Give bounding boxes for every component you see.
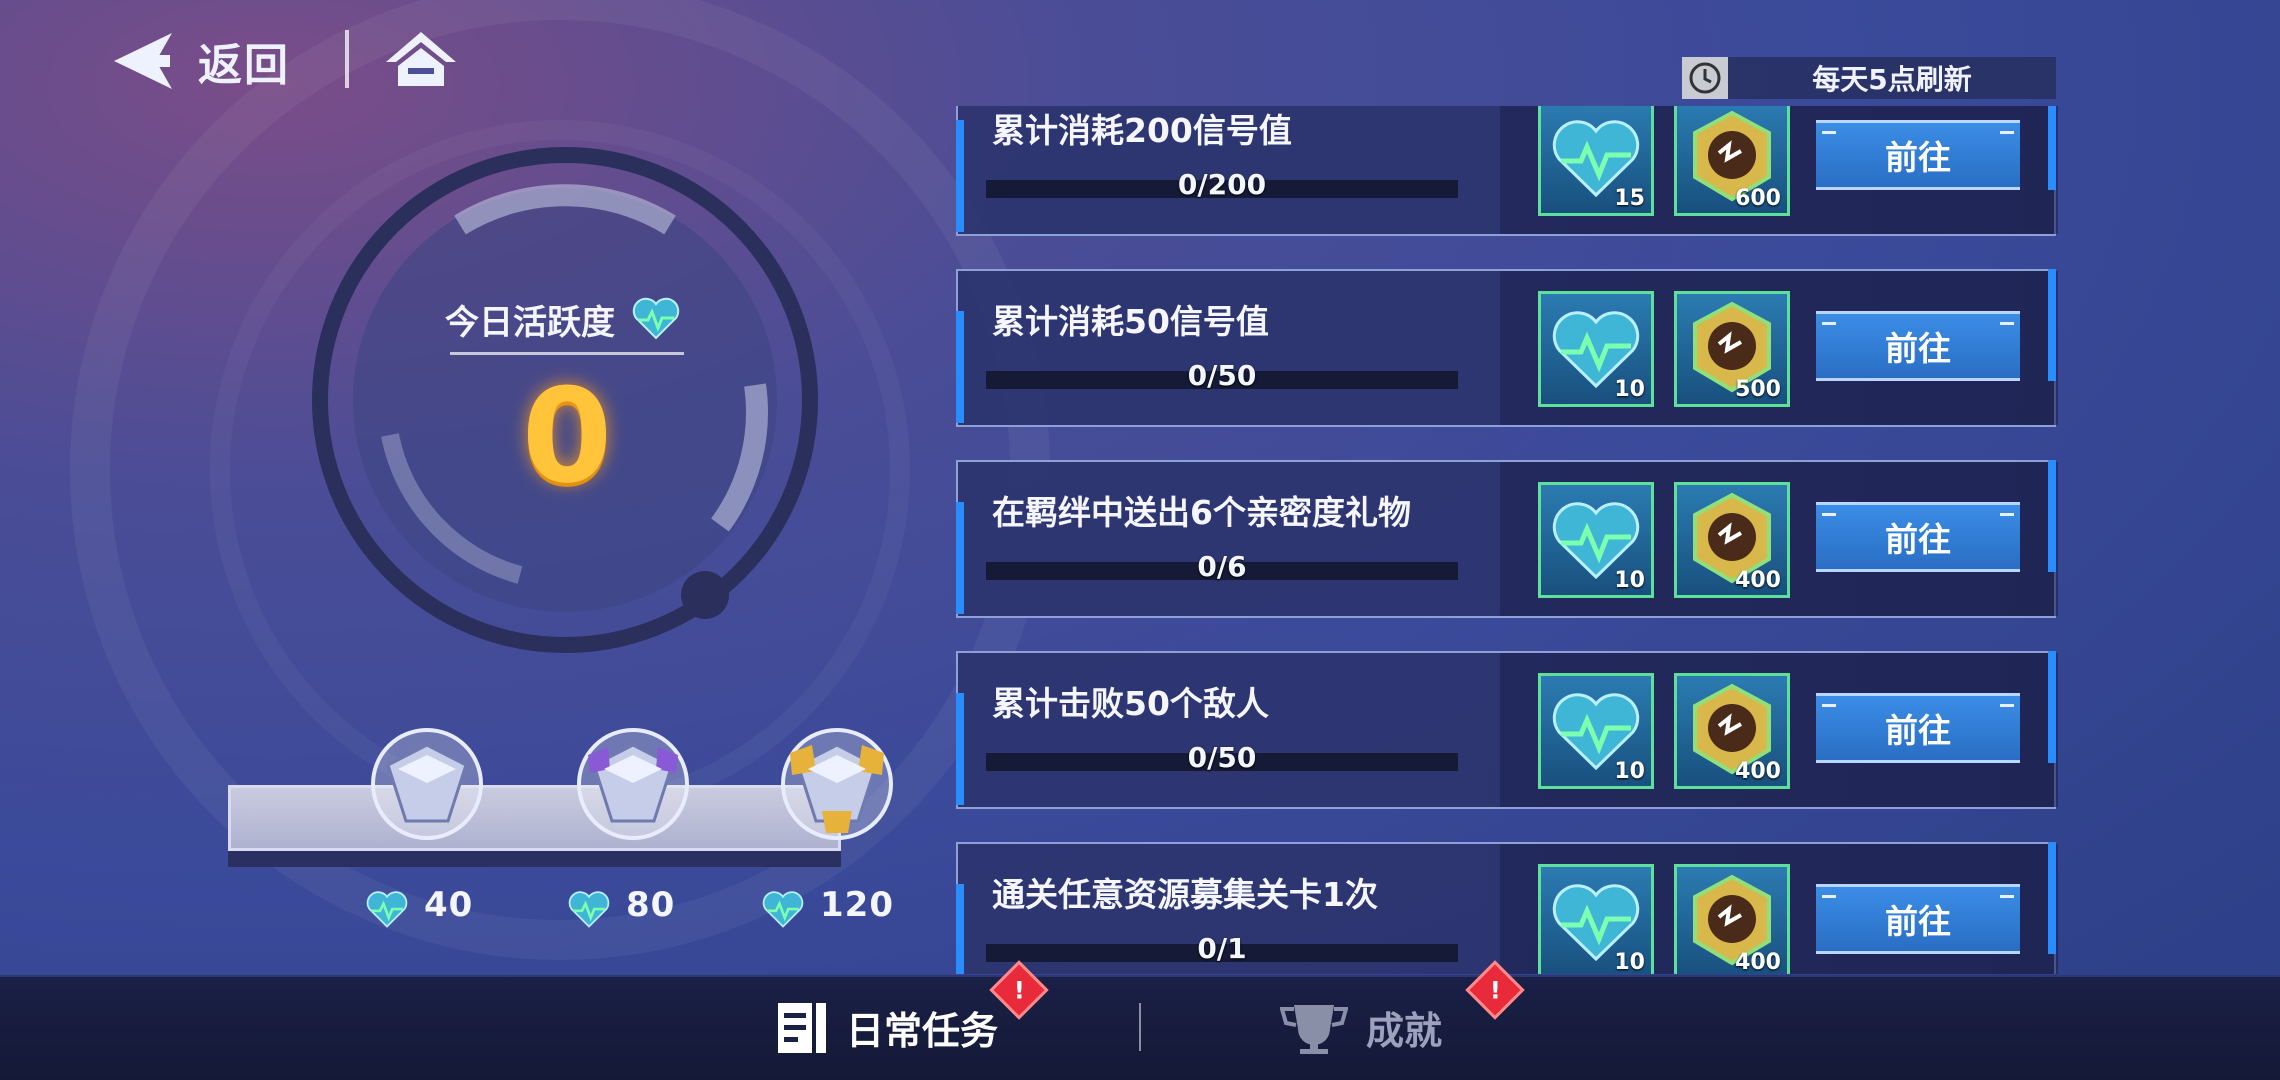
reward-activity[interactable]: 10: [1538, 864, 1654, 974]
refresh-text: 每天5点刷新: [1812, 63, 1972, 96]
go-button[interactable]: 前往: [1816, 693, 2020, 763]
task-progress-text: 0/50: [1187, 359, 1257, 392]
task-title: 在羁绊中送出6个亲密度礼物: [992, 493, 1411, 532]
tab-daily-tasks[interactable]: 日常任务: [776, 975, 998, 1080]
task-list-icon: [778, 1002, 826, 1053]
task-card: 累计消耗200信号值 0/200 15 600 前往: [956, 106, 2058, 236]
task-title: 通关任意资源募集关卡1次: [992, 875, 1378, 914]
activity-heart-icon: [568, 891, 610, 928]
reward-coin[interactable]: 400: [1674, 482, 1790, 598]
task-progress-text: 0/1: [1197, 932, 1247, 965]
gold-chest-icon[interactable]: [778, 725, 896, 843]
go-button[interactable]: 前往: [1816, 120, 2020, 190]
activity-underline: [450, 352, 684, 355]
go-button[interactable]: 前往: [1816, 502, 2020, 572]
task-title: 累计击败50个敌人: [992, 684, 1269, 723]
refresh-timer: 每天5点刷新: [1682, 57, 2056, 99]
home-icon: [386, 32, 456, 86]
reward-activity[interactable]: 10: [1538, 482, 1654, 598]
task-card: 通关任意资源募集关卡1次 0/1 10 400 前往: [956, 842, 2058, 974]
reward-count: 10: [1614, 568, 1645, 593]
activity-heart-icon: [366, 891, 408, 928]
trophy-icon: [1280, 1004, 1348, 1054]
reward-coin[interactable]: 400: [1674, 673, 1790, 789]
reward-count: 15: [1614, 186, 1645, 211]
chest-threshold-80: 80: [626, 885, 676, 925]
tab-daily-label: 日常任务: [846, 1009, 999, 1053]
reward-activity[interactable]: 10: [1538, 673, 1654, 789]
chest-progress-track-base: [228, 851, 841, 867]
go-button[interactable]: 前往: [1816, 884, 2020, 954]
reward-count: 10: [1614, 950, 1645, 974]
home-button[interactable]: [384, 28, 458, 90]
task-progress-text: 0/50: [1187, 741, 1257, 774]
reward-count: 10: [1614, 377, 1645, 402]
reward-coin[interactable]: 500: [1674, 291, 1790, 407]
chest-threshold-40: 40: [424, 885, 474, 925]
back-label: 返回: [198, 40, 290, 91]
go-button[interactable]: 前往: [1816, 311, 2020, 381]
task-title: 累计消耗200信号值: [992, 111, 1292, 150]
back-arrow-icon: [114, 33, 172, 89]
chest-threshold-120: 120: [820, 885, 894, 925]
reward-count: 400: [1735, 759, 1781, 784]
reward-count: 10: [1614, 759, 1645, 784]
tab-achievement-label: 成就: [1366, 1009, 1443, 1053]
reward-count: 500: [1735, 377, 1781, 402]
activity-label: 今日活跃度: [445, 303, 615, 343]
activity-heart-icon: [762, 891, 804, 928]
clock-icon: [1682, 57, 1728, 99]
reward-coin[interactable]: 400: [1674, 864, 1790, 974]
chest-progress-track: [228, 785, 841, 851]
reward-activity[interactable]: 15: [1538, 106, 1654, 216]
task-card: 累计消耗50信号值 0/50 10 500 前往: [956, 269, 2058, 427]
reward-count: 400: [1735, 950, 1781, 974]
tab-achievement[interactable]: 成就: [1280, 975, 1442, 1080]
nav-divider: [1139, 1003, 1141, 1051]
back-button[interactable]: 返回: [112, 30, 290, 92]
task-progress-text: 0/6: [1197, 550, 1247, 583]
reward-coin[interactable]: 600: [1674, 106, 1790, 216]
activity-heart-icon: [632, 297, 680, 340]
task-progress-text: 0/200: [1177, 168, 1267, 201]
reward-count: 400: [1735, 568, 1781, 593]
task-card: 在羁绊中送出6个亲密度礼物 0/6 10 400 前往: [956, 460, 2058, 618]
task-list[interactable]: 累计消耗200信号值 0/200 15 600 前往 累计消耗50信号值 0/5…: [946, 106, 2058, 974]
reward-count: 600: [1735, 186, 1781, 211]
activity-value: 0: [521, 360, 613, 512]
silver-chest-icon[interactable]: [368, 725, 486, 843]
task-title: 累计消耗50信号值: [992, 302, 1269, 341]
top-divider: [345, 30, 349, 88]
reward-activity[interactable]: 10: [1538, 291, 1654, 407]
purple-chest-icon[interactable]: [574, 725, 692, 843]
task-card: 累计击败50个敌人 0/50 10 400 前往: [956, 651, 2058, 809]
